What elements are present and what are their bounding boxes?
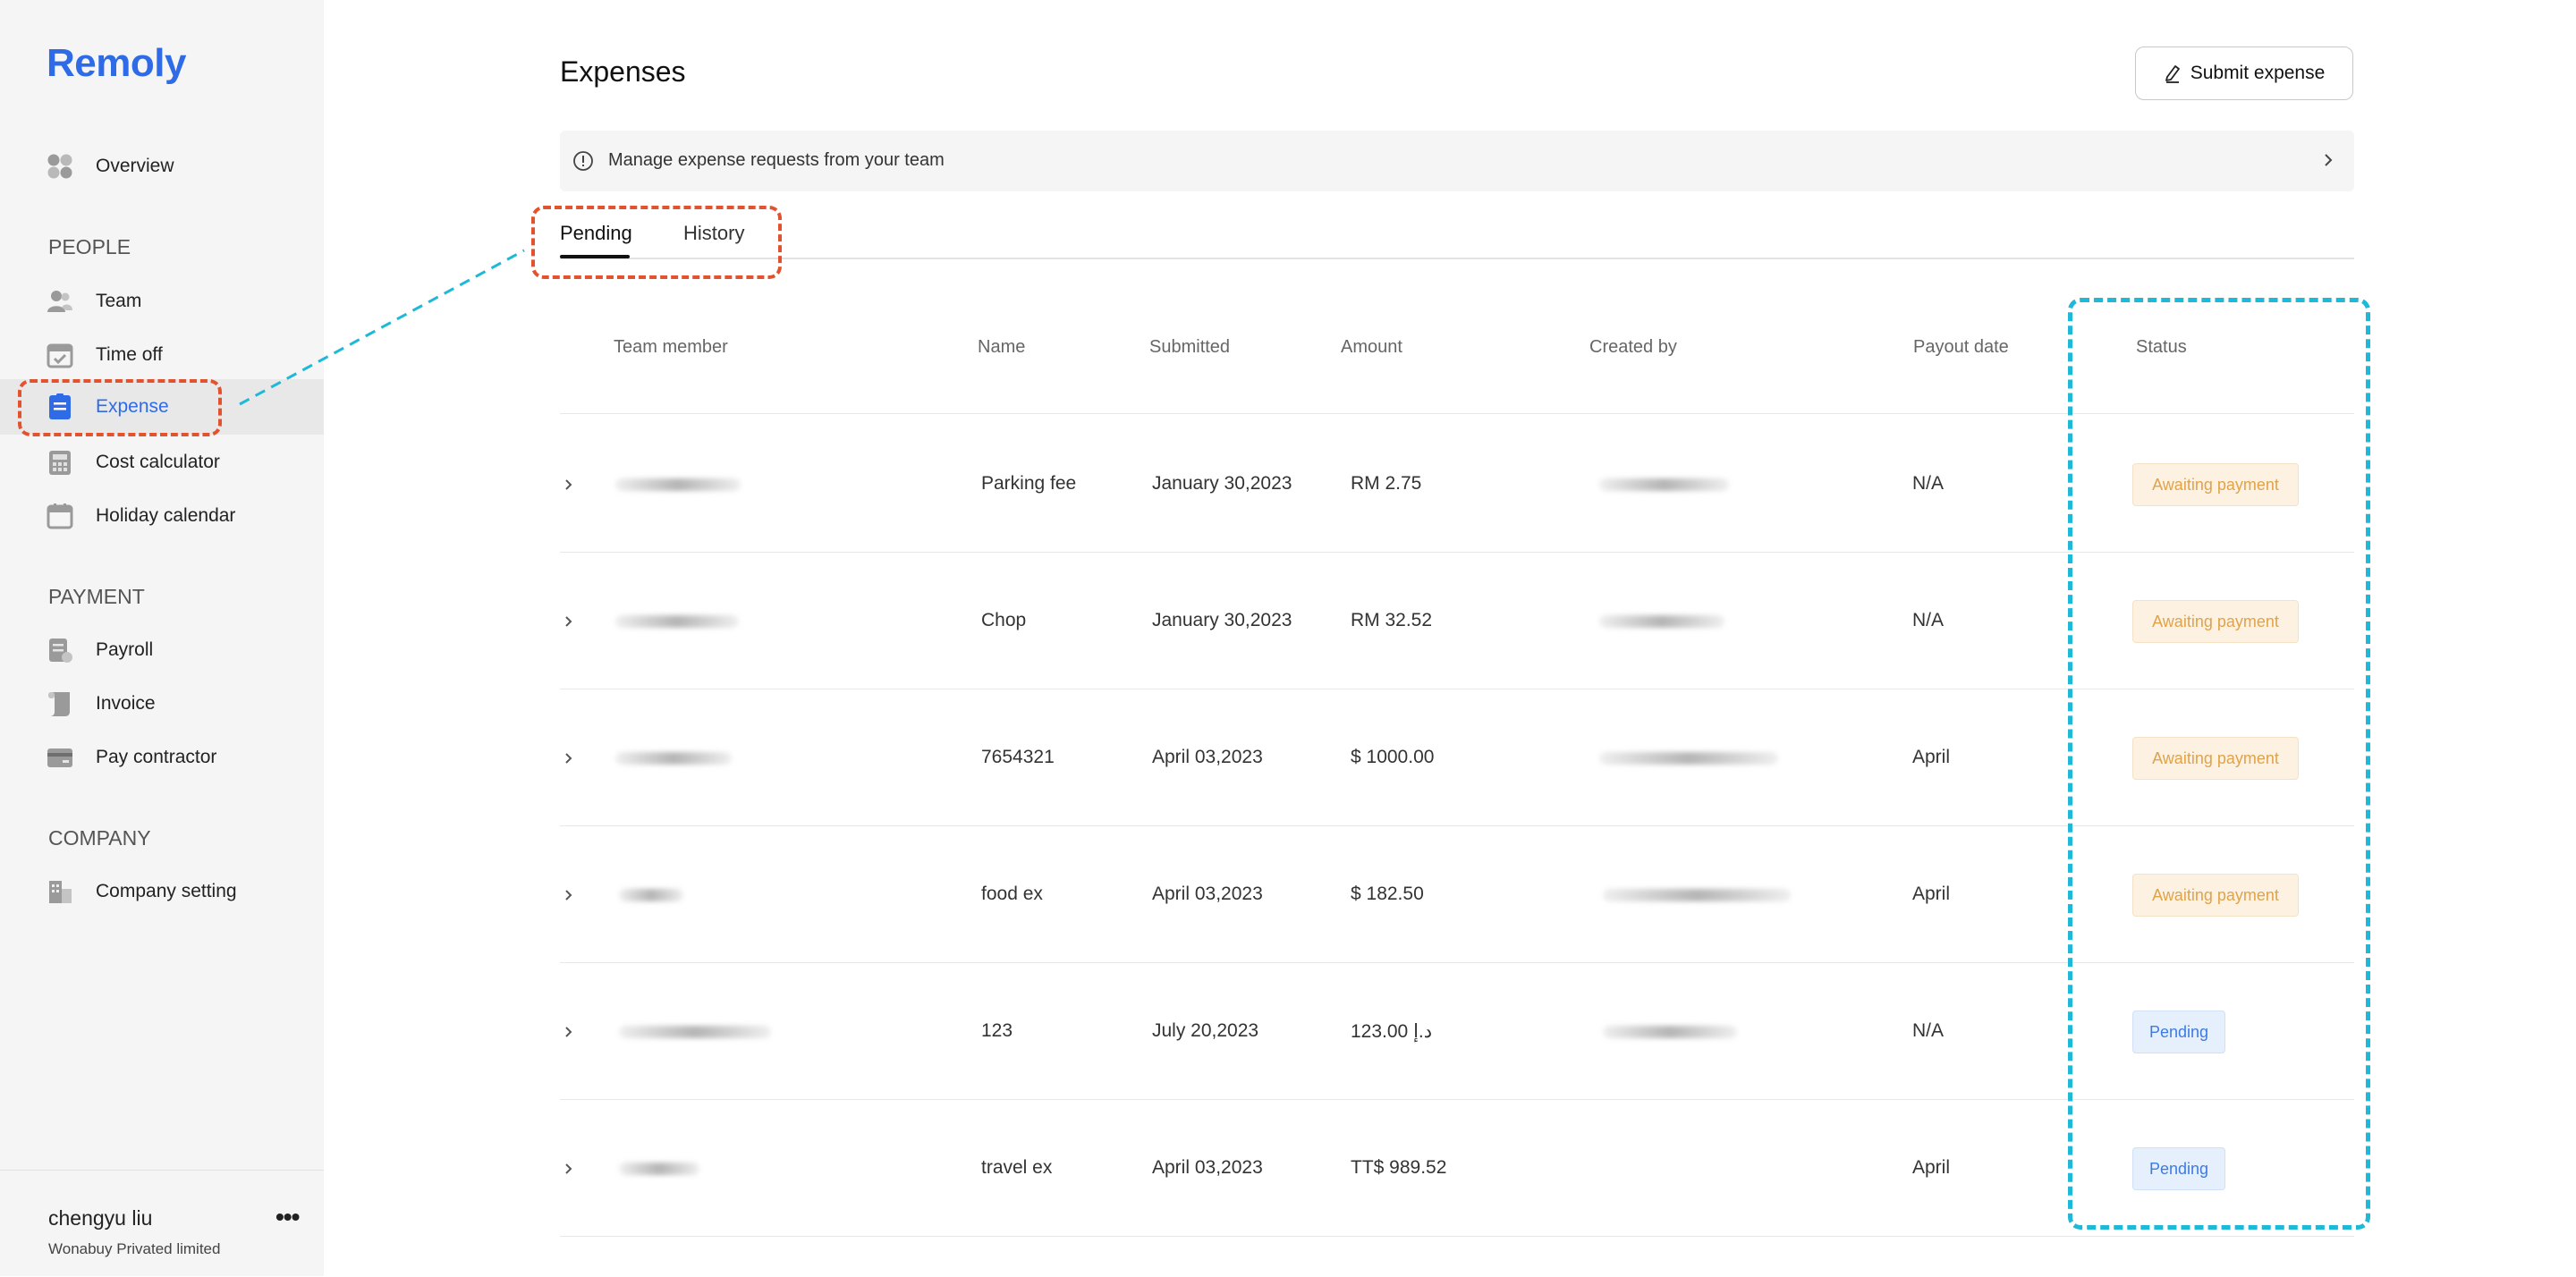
highlight-status-column [2068, 298, 2370, 1230]
